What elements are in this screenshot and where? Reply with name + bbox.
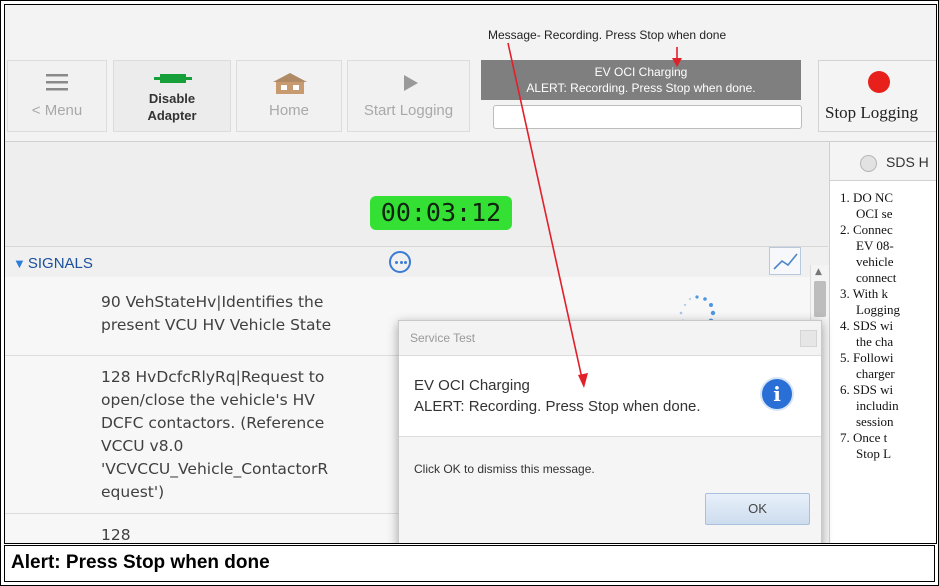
signals-title: SIGNALS	[27, 255, 93, 272]
sds-tab-label: SDS H	[886, 154, 929, 170]
signals-header: ▼ SIGNALS	[5, 246, 828, 277]
status-line-1: EV OCI Charging	[594, 65, 688, 79]
dialog-title: Service Test	[410, 331, 476, 345]
ok-button[interactable]: OK	[705, 493, 810, 525]
signal-line: 90 VehStateHv|Identifies the	[101, 293, 324, 311]
signal-line: equest')	[101, 483, 165, 501]
signals-toggle[interactable]: ▼ SIGNALS	[13, 255, 93, 272]
signal-line: 128 HvDcfcRlyRq|Request to	[101, 368, 325, 386]
trend-chart-icon[interactable]	[769, 247, 801, 275]
home-icon	[237, 71, 341, 95]
instruction-item: 1. DO NC OCI se	[840, 190, 894, 221]
instruction-item: 3. With k Logging	[840, 286, 901, 317]
more-options-icon[interactable]	[389, 251, 411, 273]
sds-radio[interactable]	[860, 155, 877, 172]
instruction-item: 5. Followi charger	[840, 350, 895, 381]
sds-panel: SDS H 1. DO NC OCI se 2. Connec EV 08- vehi…	[829, 142, 936, 543]
scroll-thumb[interactable]	[814, 281, 826, 317]
figure-caption: Alert: Press Stop when done	[11, 552, 270, 573]
signal-line: 'VCVCCU_Vehicle_ContactorR	[101, 460, 329, 478]
status-input[interactable]	[493, 105, 802, 129]
instruction-item: 6. SDS wi includin session	[840, 382, 899, 429]
home-label: Home	[268, 102, 309, 119]
status-line-2: ALERT: Recording. Press Stop when done.	[526, 81, 756, 95]
caption-box: Alert: Press Stop when done	[4, 545, 935, 582]
hamburger-icon	[8, 71, 106, 95]
stop-logging-button[interactable]: Stop Logging	[818, 60, 936, 132]
service-test-dialog: Service Test EV OCI Charging ALERT: Reco…	[398, 320, 822, 543]
scroll-up-icon[interactable]: ▲	[815, 267, 822, 277]
signal-line: present VCU HV Vehicle State	[101, 316, 332, 334]
sds-tab[interactable]: SDS H	[830, 142, 936, 181]
start-logging-button[interactable]: Start Logging	[347, 60, 470, 132]
instruction-item: 2. Connec EV 08- vehicle connect	[840, 222, 897, 285]
dialog-message-line-2: ALERT: Recording. Press Stop when done.	[414, 398, 701, 415]
signal-line: DCFC contactors. (Reference	[101, 414, 325, 432]
dialog-footer-text: Click OK to dismiss this message.	[414, 462, 595, 476]
elapsed-timer: 00:03:12	[370, 196, 512, 230]
signal-line: open/close the vehicle's HV	[101, 391, 315, 409]
sds-instructions: 1. DO NC OCI se 2. Connec EV 08- vehicle con…	[840, 190, 934, 462]
info-icon: i	[760, 377, 794, 411]
signal-line: 128	[101, 526, 131, 544]
play-icon	[348, 71, 469, 95]
toolbar: Message- Recording. Press Stop when done…	[5, 5, 936, 142]
instruction-item: 7. Once t Stop L	[840, 430, 892, 461]
stop-logging-label: Stop Logging	[825, 103, 919, 122]
instruction-item: 4. SDS wi the cha	[840, 318, 894, 349]
stop-icon	[868, 71, 890, 93]
signal-line: VCCU v8.0	[101, 437, 184, 455]
dialog-message: EV OCI Charging ALERT: Recording. Press …	[414, 375, 701, 417]
annotation-message: Message- Recording. Press Stop when done	[488, 28, 727, 42]
status-banner: EV OCI Charging ALERT: Recording. Press …	[481, 60, 801, 100]
disable-adapter-button[interactable]: Disable Adapter	[113, 60, 231, 132]
menu-label: < Menu	[31, 102, 83, 119]
home-button[interactable]: Home	[236, 60, 342, 132]
disable-adapter-label: Disable Adapter	[147, 91, 197, 123]
dialog-titlebar: Service Test	[399, 321, 821, 356]
dialog-footer: Click OK to dismiss this message. OK	[399, 437, 821, 543]
close-icon[interactable]	[800, 330, 817, 347]
menu-button[interactable]: < Menu	[7, 60, 107, 132]
dialog-message-line-1: EV OCI Charging	[414, 377, 530, 394]
start-logging-label: Start Logging	[363, 102, 454, 119]
screenshot-region: Message- Recording. Press Stop when done…	[4, 4, 937, 544]
collapse-triangle-icon: ▼	[13, 256, 26, 271]
